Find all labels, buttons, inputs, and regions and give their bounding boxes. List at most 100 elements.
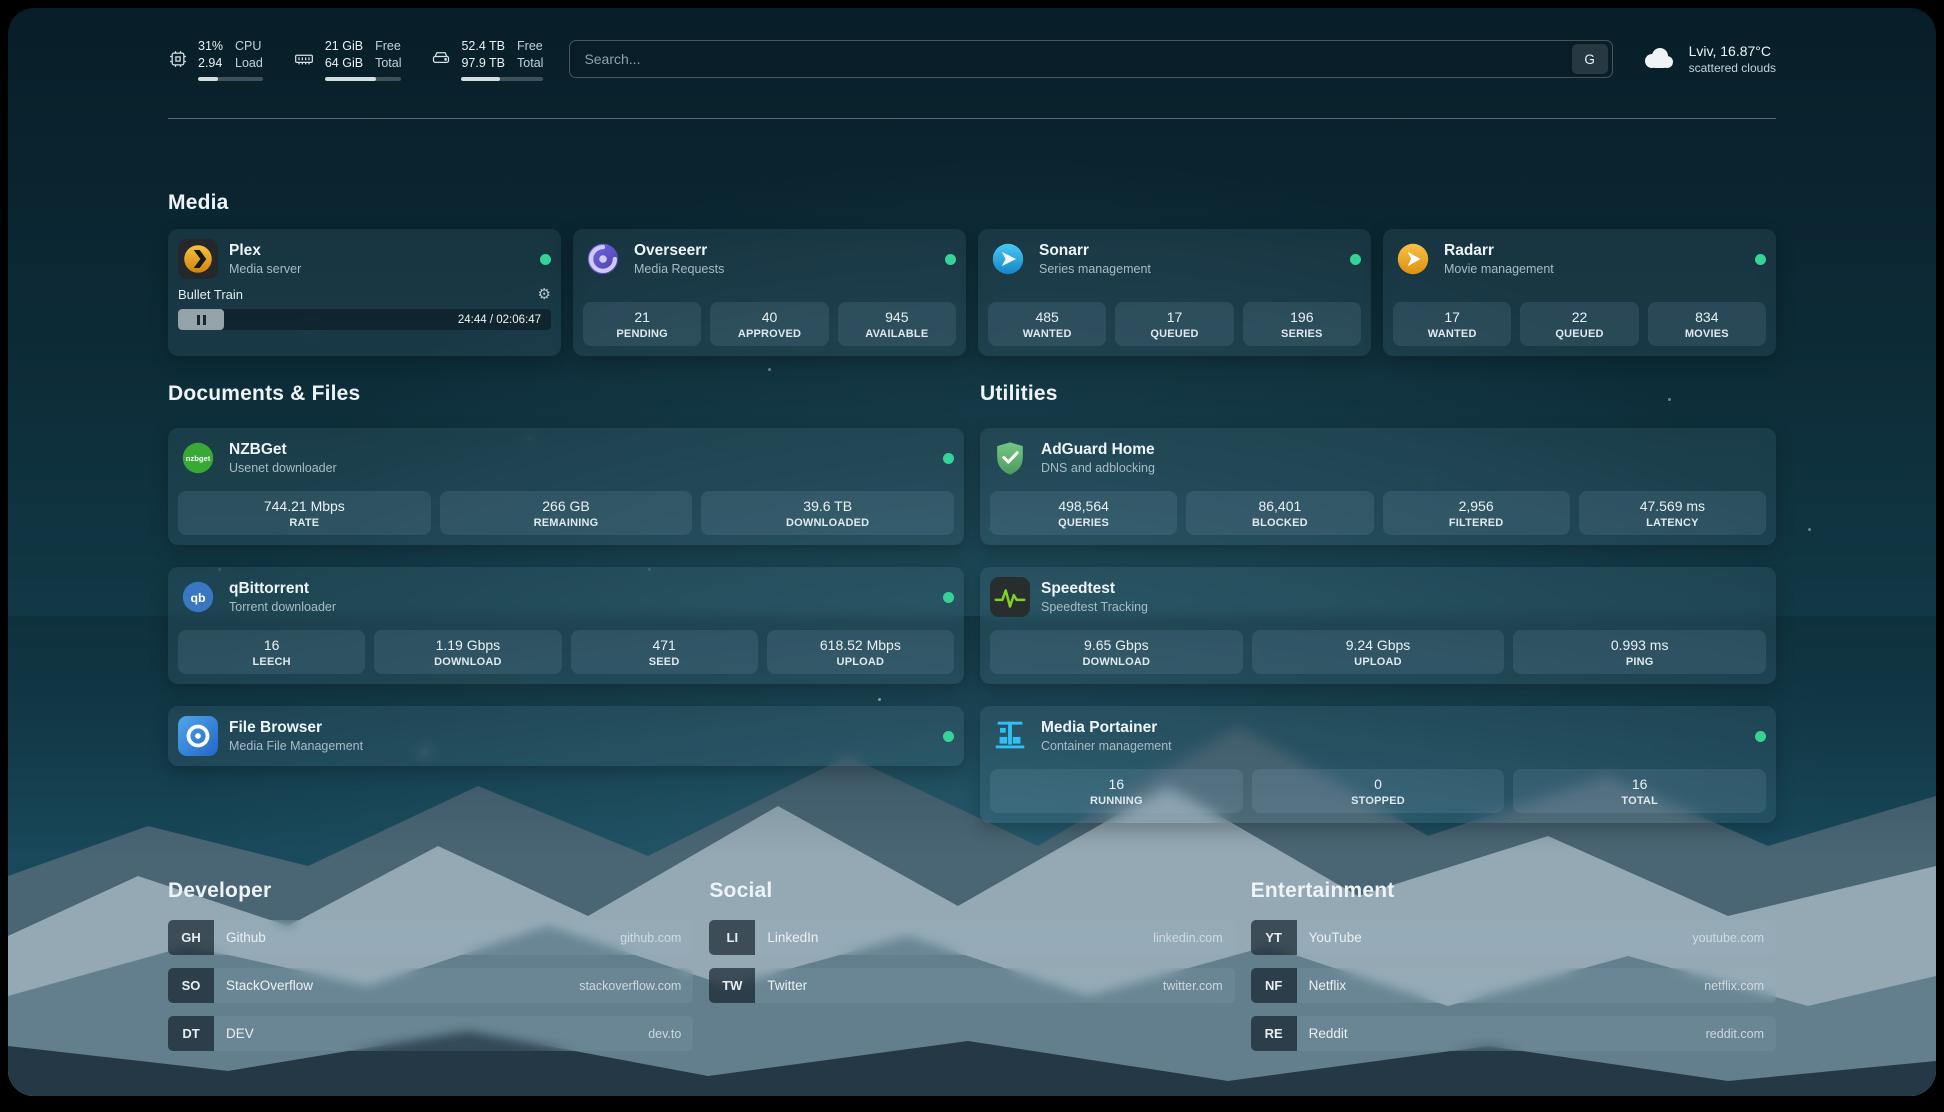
portainer-status-dot: [1755, 731, 1766, 742]
search-provider-button[interactable]: G: [1572, 44, 1608, 74]
stat-wanted: 485 WANTED: [988, 302, 1106, 346]
radarr-card[interactable]: Radarr Movie management 17WANTED 22QUEUE…: [1383, 229, 1776, 356]
speedtest-card[interactable]: Speedtest Speedtest Tracking 9.65 GbpsDO…: [980, 567, 1776, 684]
bookmark-netflix[interactable]: NF Netflix netflix.com: [1251, 968, 1776, 1003]
stat-value: 9.65 Gbps: [994, 637, 1239, 653]
bookmarks-developer: Developer GH Github github.com SO StackO…: [168, 879, 693, 1064]
stat-label: RUNNING: [994, 795, 1239, 807]
stat-wanted: 17WANTED: [1393, 302, 1511, 346]
gear-icon[interactable]: ⚙: [538, 285, 551, 303]
stat-value: 39.6 TB: [705, 498, 950, 514]
qbittorrent-card[interactable]: qb qBittorrent Torrent downloader 16LEEC…: [168, 567, 964, 684]
portainer-card[interactable]: Media Portainer Container management 16R…: [980, 706, 1776, 823]
stat-value: 17: [1397, 309, 1507, 325]
bookmark-name: Github: [226, 930, 266, 945]
stat-value: 945: [842, 309, 952, 325]
bookmark-dev[interactable]: DT DEV dev.to: [168, 1016, 693, 1051]
bookmark-name: StackOverflow: [226, 978, 313, 993]
bookmark-name: YouTube: [1309, 930, 1362, 945]
top-bar: 31% 2.94 CPU Load: [168, 8, 1776, 80]
svg-text:nzbget: nzbget: [186, 454, 211, 463]
stat-label: PING: [1517, 656, 1762, 668]
stat-value: 485: [992, 309, 1102, 325]
speedtest-title: Speedtest: [1041, 580, 1148, 598]
sonarr-status-dot: [1350, 254, 1361, 265]
bookmark-url: linkedin.com: [1153, 931, 1222, 945]
radarr-stats: 17WANTED 22QUEUED 834MOVIES: [1393, 302, 1766, 346]
search-bar: G: [569, 40, 1612, 78]
stat-label: PENDING: [587, 328, 697, 340]
sonarr-card[interactable]: Sonarr Series management 485WANTED 17QUE…: [978, 229, 1371, 356]
stat-download: 9.65 GbpsDOWNLOAD: [990, 630, 1243, 674]
disk-total-value: 97.9 TB: [461, 55, 505, 73]
filebrowser-title: File Browser: [229, 719, 363, 737]
portainer-stats: 16 RUNNING 0STOPPED 16TOTAL: [990, 769, 1766, 813]
qbittorrent-title: qBittorrent: [229, 580, 336, 598]
stat-queued: 22QUEUED: [1520, 302, 1638, 346]
media-grid: Plex Media server Bullet Train ⚙ 24:44 /…: [168, 229, 1776, 356]
cpu-load-value: 2.94: [198, 55, 223, 73]
bookmark-reddit[interactable]: RE Reddit reddit.com: [1251, 1016, 1776, 1051]
stat-ping: 0.993 msPING: [1513, 630, 1766, 674]
sonarr-subtitle: Series management: [1039, 262, 1151, 276]
bookmarks-social: Social LI LinkedIn linkedin.com TW Twitt…: [709, 879, 1234, 1064]
bookmark-url: stackoverflow.com: [579, 979, 681, 993]
nzbget-card[interactable]: nzbget NZBGet Usenet downloader 744.21 M…: [168, 428, 964, 545]
stat-label: MOVIES: [1652, 328, 1762, 340]
cpu-progress-track: [198, 77, 263, 81]
memory-progress-track: [325, 77, 402, 81]
bookmark-name: Netflix: [1309, 978, 1347, 993]
middle-columns: Documents & Files nzbget NZBGet Usenet d…: [168, 382, 1776, 823]
bookmark-url: github.com: [620, 931, 681, 945]
stat-stopped: 0STOPPED: [1252, 769, 1505, 813]
plex-progress-bar[interactable]: 24:44 / 02:06:47: [178, 309, 551, 330]
overseerr-icon: [583, 239, 623, 279]
stat-value: 16: [994, 776, 1239, 792]
stat-value: 1.19 Gbps: [378, 637, 557, 653]
filebrowser-card[interactable]: File Browser Media File Management: [168, 706, 964, 766]
stat-total: 16TOTAL: [1513, 769, 1766, 813]
stat-label: UPLOAD: [1256, 656, 1501, 668]
stat-label: RATE: [182, 517, 427, 529]
bookmark-twitter[interactable]: TW Twitter twitter.com: [709, 968, 1234, 1003]
filebrowser-subtitle: Media File Management: [229, 739, 363, 753]
nzbget-icon: nzbget: [178, 438, 218, 478]
memory-progress-fill: [325, 77, 376, 81]
section-media: Media Plex Media server Bullet: [168, 191, 1776, 356]
radarr-status-dot: [1755, 254, 1766, 265]
bookmark-linkedin[interactable]: LI LinkedIn linkedin.com: [709, 920, 1234, 955]
bookmark-abbr: GH: [168, 920, 214, 955]
bookmark-name: Reddit: [1309, 1026, 1348, 1041]
stat-label: SERIES: [1247, 328, 1357, 340]
weather-widget[interactable]: Lviv, 16.87°C scattered clouds: [1639, 43, 1776, 75]
stat-value: 744.21 Mbps: [182, 498, 427, 514]
stat-running: 16 RUNNING: [990, 769, 1243, 813]
weather-condition: scattered clouds: [1689, 61, 1776, 75]
adguard-card[interactable]: AdGuard Home DNS and adblocking 498,564Q…: [980, 428, 1776, 545]
stat-value: 196: [1247, 309, 1357, 325]
qbittorrent-icon: qb: [178, 577, 218, 617]
bookmark-abbr: DT: [168, 1016, 214, 1051]
developer-section-title: Developer: [168, 879, 693, 903]
section-utilities: Utilities AdGuard Home DNS and adblockin…: [980, 382, 1776, 823]
stat-value: 16: [1517, 776, 1762, 792]
pause-button[interactable]: [178, 309, 224, 330]
bookmark-stackoverflow[interactable]: SO StackOverflow stackoverflow.com: [168, 968, 693, 1003]
header-divider: [168, 118, 1776, 119]
plex-card[interactable]: Plex Media server Bullet Train ⚙ 24:44 /…: [168, 229, 561, 356]
bookmark-youtube[interactable]: YT YouTube youtube.com: [1251, 920, 1776, 955]
bookmark-github[interactable]: GH Github github.com: [168, 920, 693, 955]
stat-remaining: 266 GBREMAINING: [440, 491, 693, 535]
overseerr-card[interactable]: Overseerr Media Requests 21PENDING 40APP…: [573, 229, 966, 356]
memory-icon: [293, 49, 315, 69]
social-section-title: Social: [709, 879, 1234, 903]
adguard-subtitle: DNS and adblocking: [1041, 461, 1155, 475]
memory-widget: 21 GiB 64 GiB Free Total: [293, 38, 402, 81]
stat-leech: 16LEECH: [178, 630, 365, 674]
stat-label: WANTED: [992, 328, 1102, 340]
disk-total-label: Total: [517, 55, 543, 73]
search-input[interactable]: [570, 51, 1571, 67]
stat-label: QUEUED: [1119, 328, 1229, 340]
documents-section-title: Documents & Files: [168, 382, 964, 406]
stat-queued: 17QUEUED: [1115, 302, 1233, 346]
